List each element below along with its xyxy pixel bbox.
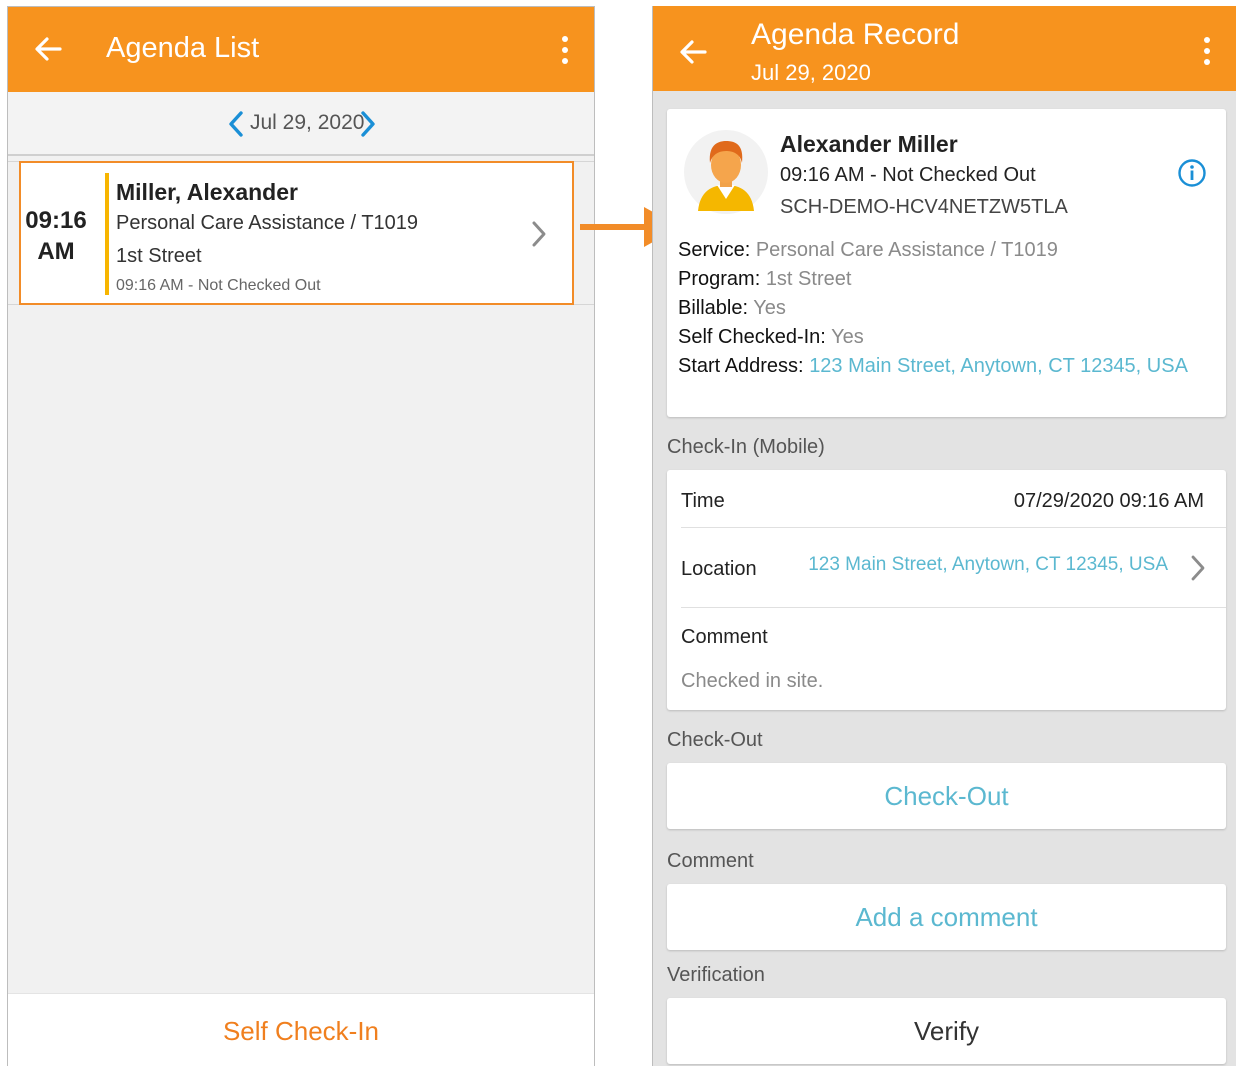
schedule-code: SCH-DEMO-HCV4NETZW5TLA (780, 196, 1068, 218)
checkin-status: 09:16 AM - Not Checked Out (780, 164, 1036, 186)
billable-value: Yes (753, 297, 786, 319)
appointment-time: 09:16 AM (25, 207, 87, 265)
agenda-list-screen: Agenda List Jul 29, 2020 09:16 AM Miller… (7, 6, 595, 1066)
verification-section-title: Verification (667, 964, 765, 986)
checkin-time-label: Time (681, 490, 725, 512)
client-name: Miller, Alexander (116, 179, 298, 205)
app-bar: Agenda List (8, 7, 594, 92)
service-label: Service: (678, 239, 751, 261)
service-value: Personal Care Assistance / T1019 (755, 239, 1058, 261)
checkin-status: 09:16 AM - Not Checked Out (116, 277, 321, 294)
checkin-location-link[interactable]: 123 Main Street, Anytown, CT 12345, USA (808, 554, 1168, 576)
app-bar: Agenda Record Jul 29, 2020 (653, 6, 1236, 91)
chevron-right-icon[interactable] (1190, 554, 1206, 582)
bottom-action-bar: Self Check-In (8, 993, 594, 1066)
current-date: Jul 29, 2020 (250, 111, 365, 134)
divider (681, 607, 1226, 608)
checkin-section-title: Check-In (Mobile) (667, 436, 825, 458)
service-name: Personal Care Assistance / T1019 (116, 212, 419, 234)
start-address-label: Start Address: (678, 355, 804, 377)
billable-row: Billable: Yes (678, 297, 786, 320)
back-arrow-icon[interactable] (32, 31, 64, 67)
back-arrow-icon[interactable] (677, 34, 709, 70)
divider (681, 527, 1226, 528)
client-profile-card: Alexander Miller 09:16 AM - Not Checked … (667, 109, 1226, 417)
page-title: Agenda Record (751, 18, 960, 51)
page-title: Agenda List (106, 32, 260, 64)
self-check-in-button[interactable]: Self Check-In (8, 1016, 594, 1047)
self-checked-in-row: Self Checked-In: Yes (678, 326, 864, 349)
checkin-card: Time 07/29/2020 09:16 AM Location 123 Ma… (667, 470, 1226, 710)
date-navigator: Jul 29, 2020 (8, 92, 594, 156)
more-options-icon[interactable] (1192, 34, 1222, 68)
more-options-icon[interactable] (550, 33, 580, 67)
agenda-list-item[interactable]: 09:16 AM Miller, Alexander Personal Care… (19, 161, 574, 305)
service-row: Service: Personal Care Assistance / T101… (678, 239, 1058, 262)
page-subtitle: Jul 29, 2020 (751, 60, 871, 85)
add-comment-button[interactable]: Add a comment (667, 884, 1226, 950)
start-address-link[interactable]: 123 Main Street, Anytown, CT 12345, USA (809, 355, 1188, 377)
billable-label: Billable: (678, 297, 749, 319)
checkin-comment-value: Checked in site. (681, 670, 824, 692)
chevron-right-icon (532, 221, 546, 247)
info-icon[interactable] (1177, 158, 1207, 188)
self-checked-in-value: Yes (831, 326, 864, 348)
program-name: 1st Street (116, 245, 202, 267)
self-checked-in-label: Self Checked-In: (678, 326, 826, 348)
client-name: Alexander Miller (780, 131, 958, 157)
program-value: 1st Street (765, 268, 852, 290)
program-row: Program: 1st Street (678, 268, 851, 291)
start-address-row: Start Address: 123 Main Street, Anytown,… (678, 355, 1188, 378)
verify-label: Verify (913, 1016, 980, 1046)
check-out-button[interactable]: Check-Out (667, 763, 1226, 829)
checkin-comment-label: Comment (681, 626, 768, 648)
agenda-record-screen: Agenda Record Jul 29, 2020 Alexander Mil… (652, 6, 1236, 1066)
add-comment-label: Add a comment (855, 902, 1038, 932)
status-bar (105, 173, 109, 295)
avatar-icon (684, 130, 768, 214)
checkin-location-label: Location (681, 558, 757, 580)
checkout-section-title: Check-Out (667, 729, 763, 751)
check-out-label: Check-Out (884, 781, 1009, 811)
checkin-time-value: 07/29/2020 09:16 AM (1013, 490, 1204, 512)
verify-button[interactable]: Verify (667, 998, 1226, 1064)
chevron-right-icon[interactable] (358, 110, 378, 138)
program-label: Program: (678, 268, 761, 290)
chevron-left-icon[interactable] (226, 110, 246, 138)
comment-section-title: Comment (667, 850, 754, 872)
